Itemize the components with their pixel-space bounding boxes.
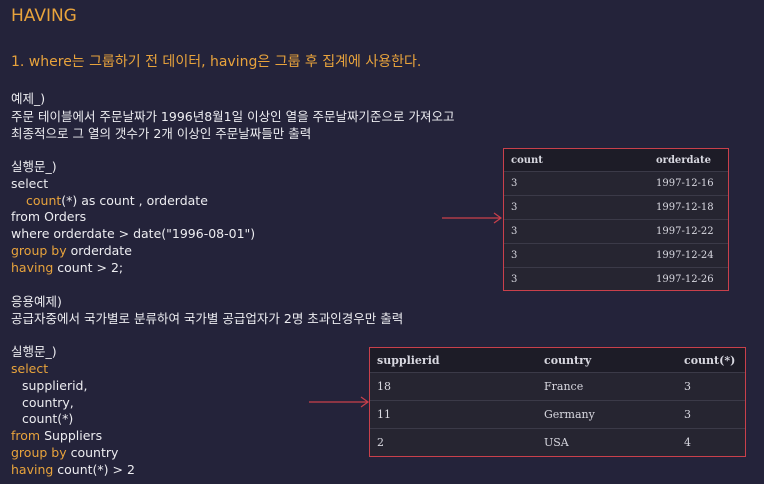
table-row: 3 1997-12-18 <box>504 195 728 219</box>
table-header: supplierid country count(*) <box>370 348 745 372</box>
arrow-to-table2-icon <box>309 396 370 408</box>
cell-orderdate: 1997-12-18 <box>656 202 714 213</box>
cell-orderdate: 1997-12-24 <box>656 250 714 261</box>
header-count: count(*) <box>684 353 736 367</box>
cell-country: USA <box>544 436 569 449</box>
code1-line6-rest: count > 2; <box>53 260 124 275</box>
cell-count: 3 <box>511 274 518 285</box>
code2-line5-rest: Suppliers <box>40 428 103 443</box>
cell-count: 3 <box>684 380 691 393</box>
code2-groupby-kw: group by <box>11 445 67 460</box>
example1-run-label: 실행문_) <box>11 159 57 174</box>
cell-orderdate: 1997-12-26 <box>656 274 714 285</box>
result-table-suppliers: supplierid country count(*) 18 France 3 … <box>369 347 746 457</box>
header-orderdate: orderdate <box>656 154 712 166</box>
code1-line2-rest: (*) as count , orderdate <box>61 193 208 208</box>
cell-supplierid: 2 <box>377 436 384 449</box>
example1-label: 예제_) <box>11 91 46 106</box>
code1-having-kw: having <box>11 260 54 275</box>
table-row: 3 1997-12-24 <box>504 243 728 267</box>
code2-line7-rest: count(*) > 2 <box>53 462 135 477</box>
code2-line5: from Suppliers <box>11 428 102 445</box>
cell-count: 3 <box>511 250 518 261</box>
cell-supplierid: 18 <box>377 380 391 393</box>
code2-line3: country, <box>22 395 74 410</box>
code2-line2: supplierid, <box>22 378 88 393</box>
code1-groupby-kw: group by <box>11 243 67 258</box>
cell-count: 3 <box>511 178 518 189</box>
cell-count: 3 <box>684 408 691 421</box>
code1-line5-rest: orderdate <box>66 243 132 258</box>
cell-country: Germany <box>544 408 595 421</box>
cell-country: France <box>544 380 584 393</box>
table-row: 3 1997-12-16 <box>504 171 728 195</box>
header-supplierid: supplierid <box>377 353 440 367</box>
code1-line2: count(*) as count , orderdate <box>26 193 208 210</box>
cell-count: 3 <box>511 202 518 213</box>
table-row: 2 USA 4 <box>370 428 745 456</box>
code1-line3: from Orders <box>11 209 87 224</box>
code2-line6: group by country <box>11 445 118 462</box>
cell-count: 3 <box>511 226 518 237</box>
code1-line5: group by orderdate <box>11 243 132 260</box>
page-title: HAVING <box>11 6 77 26</box>
result-table-orders: count orderdate 3 1997-12-16 3 1997-12-1… <box>503 148 729 291</box>
code2-line6-rest: country <box>66 445 119 460</box>
code2-from-kw: from <box>11 428 41 443</box>
code2-line7: having count(*) > 2 <box>11 462 135 479</box>
example1-desc-line2: 최종적으로 그 열의 갯수가 2개 이상인 주문날짜들만 출력 <box>11 126 312 141</box>
cell-count: 4 <box>684 436 691 449</box>
arrow-to-table1-icon <box>442 212 503 224</box>
table-row: 3 1997-12-22 <box>504 219 728 243</box>
code2-line1: select <box>11 361 49 376</box>
cell-orderdate: 1997-12-16 <box>656 178 714 189</box>
table-row: 18 France 3 <box>370 372 745 400</box>
example1-desc-line1: 주문 테이블에서 주문날짜가 1996년8월1일 이상인 열을 주문날짜기준으로… <box>11 109 455 124</box>
example2-label: 응용예제) <box>11 294 62 309</box>
header-country: country <box>544 353 592 367</box>
table-row: 11 Germany 3 <box>370 400 745 428</box>
code2-line4: count(*) <box>22 411 74 426</box>
table-header: count orderdate <box>504 149 728 171</box>
example2-desc: 공급자중에서 국가별로 분류하여 국가별 공급업자가 2명 초과인경우만 출력 <box>11 311 404 326</box>
header-count: count <box>511 154 543 166</box>
cell-orderdate: 1997-12-22 <box>656 226 714 237</box>
code1-line6: having count > 2; <box>11 260 123 277</box>
code1-line4: where orderdate > date("1996-08-01") <box>11 226 256 241</box>
cell-supplierid: 11 <box>377 408 391 421</box>
code1-count-fn: count <box>26 193 62 208</box>
table-row: 3 1997-12-26 <box>504 267 728 291</box>
point-1: 1. where는 그룹하기 전 데이터, having은 그룹 후 집계에 사… <box>11 54 422 70</box>
example2-run-label: 실행문_) <box>11 344 57 359</box>
code2-having-kw: having <box>11 462 54 477</box>
code1-line1: select <box>11 176 49 191</box>
